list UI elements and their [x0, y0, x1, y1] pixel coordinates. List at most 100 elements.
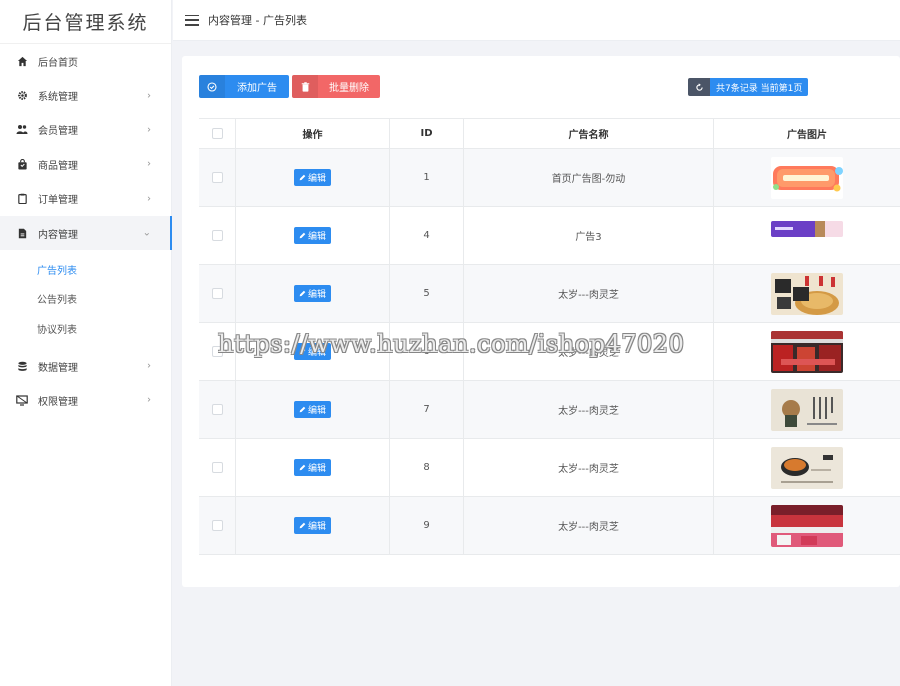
content-submenu: 广告列表 公告列表 协议列表: [0, 250, 171, 349]
table-header-row: 操作 ID 广告名称 广告图片: [199, 119, 900, 149]
edit-label: 编辑: [307, 406, 326, 416]
pencil-icon: [299, 522, 306, 529]
batch-delete-label: 批量删除: [329, 83, 369, 94]
menu-toggle-icon[interactable]: [185, 14, 199, 26]
chevron-right-icon: ›: [147, 394, 151, 406]
row-operation-cell: 编辑: [236, 149, 390, 206]
row-ad-name: 首页广告图-勿动: [464, 149, 714, 206]
sidebar-item-members[interactable]: 会员管理 ›: [0, 113, 171, 147]
sidebar-item-orders[interactable]: 订单管理 ›: [0, 182, 171, 216]
ad-thumbnail: [771, 330, 843, 373]
add-ad-button[interactable]: 添加广告: [199, 75, 289, 98]
row-ad-image: [714, 207, 900, 264]
edit-label: 编辑: [307, 464, 326, 474]
table-body: 编辑 1 首页广告图-勿动 编辑 4 广告3 编辑 5 太岁---肉灵芝 编辑 6 太岁---肉灵芝编…: [199, 149, 900, 555]
edit-label: 编辑: [307, 290, 326, 300]
row-checkbox[interactable]: [211, 230, 223, 241]
pencil-icon: [299, 406, 306, 413]
table-row: 编辑 1 首页广告图-勿动: [199, 149, 900, 207]
sidebar-item-system[interactable]: 系统管理 ›: [0, 78, 171, 112]
edit-label: 编辑: [307, 348, 326, 358]
select-all-checkbox[interactable]: [211, 128, 223, 139]
sidebar-item-data[interactable]: 数据管理 ›: [0, 349, 171, 383]
table-row: 编辑 8 太岁---肉灵芝: [199, 439, 900, 497]
row-select-cell: [199, 497, 236, 554]
chevron-down-icon: ⌄: [142, 227, 151, 239]
sidebar-item-label: 商品管理: [38, 160, 78, 172]
row-checkbox[interactable]: [211, 346, 223, 357]
sidebar-item-label: 系统管理: [38, 92, 78, 104]
row-checkbox[interactable]: [211, 172, 223, 183]
row-ad-name: 太岁---肉灵芝: [464, 323, 714, 380]
header-operation: 操作: [236, 119, 390, 148]
app-logo: 后台管理系统: [0, 0, 171, 44]
row-checkbox[interactable]: [211, 520, 223, 531]
ad-thumbnail: [771, 272, 843, 315]
screen-icon: [16, 394, 28, 406]
row-operation-cell: 编辑: [236, 207, 390, 264]
row-id: 9: [390, 497, 464, 554]
row-select-cell: [199, 323, 236, 380]
chevron-right-icon: ›: [147, 193, 151, 205]
database-icon: [16, 360, 28, 372]
submenu-item-agreement-list[interactable]: 协议列表: [0, 313, 171, 343]
row-id: 8: [390, 439, 464, 496]
edit-button[interactable]: 编辑: [293, 169, 331, 186]
row-ad-image: [714, 149, 900, 206]
edit-button[interactable]: 编辑: [293, 401, 331, 418]
table-row: 编辑 9 太岁---肉灵芝: [199, 497, 900, 555]
row-select-cell: [199, 149, 236, 206]
check-circle-icon: [199, 75, 225, 98]
row-operation-cell: 编辑: [236, 265, 390, 322]
pagination-info: 共7条记录 当前第1页: [688, 78, 809, 96]
row-ad-name: 广告3: [464, 207, 714, 264]
header-ad-image: 广告图片: [787, 130, 827, 141]
refresh-icon[interactable]: [688, 78, 710, 96]
header-select-cell: [199, 119, 236, 148]
chevron-right-icon: ›: [147, 360, 151, 372]
sidebar-menu-lower: 数据管理 › 权限管理 ›: [0, 349, 171, 418]
trash-icon: [292, 75, 318, 98]
ad-thumbnail: [771, 388, 843, 431]
topbar: 内容管理 - 广告列表: [173, 0, 900, 41]
row-ad-image: [714, 497, 900, 554]
row-select-cell: [199, 381, 236, 438]
row-id: 5: [390, 265, 464, 322]
edit-button[interactable]: 编辑: [293, 285, 331, 302]
sidebar-item-home[interactable]: 后台首页: [0, 44, 171, 78]
row-ad-name: 太岁---肉灵芝: [464, 497, 714, 554]
row-operation-cell: 编辑: [236, 497, 390, 554]
bag-icon: [16, 158, 28, 170]
pencil-icon: [299, 464, 306, 471]
table-row: 编辑 4 广告3: [199, 207, 900, 265]
submenu-item-ad-list[interactable]: 广告列表: [0, 254, 171, 284]
header-ad-name: 广告名称: [464, 119, 714, 148]
submenu-item-notice-list[interactable]: 公告列表: [0, 284, 171, 314]
users-icon: [16, 124, 28, 136]
sidebar-item-permissions[interactable]: 权限管理 ›: [0, 383, 171, 417]
row-checkbox[interactable]: [211, 288, 223, 299]
row-checkbox[interactable]: [211, 462, 223, 473]
chevron-right-icon: ›: [147, 124, 151, 136]
edit-button[interactable]: 编辑: [293, 227, 331, 244]
chevron-right-icon: ›: [147, 158, 151, 170]
batch-delete-button[interactable]: 批量删除: [292, 75, 380, 98]
row-ad-image: [714, 439, 900, 496]
content-card: 添加广告 批量删除 共7条记录 当前第1页 操作 ID 广告名称 广告图片 编辑…: [182, 56, 900, 587]
sidebar-item-label: 内容管理: [38, 229, 78, 241]
row-checkbox[interactable]: [211, 404, 223, 415]
sidebar-item-products[interactable]: 商品管理 ›: [0, 147, 171, 181]
clipboard-icon: [16, 193, 28, 205]
edit-label: 编辑: [307, 232, 326, 242]
edit-button[interactable]: 编辑: [293, 517, 331, 534]
ad-thumbnail: [771, 156, 843, 199]
row-ad-name: 太岁---肉灵芝: [464, 265, 714, 322]
edit-button[interactable]: 编辑: [293, 343, 331, 360]
edit-button[interactable]: 编辑: [293, 459, 331, 476]
row-operation-cell: 编辑: [236, 439, 390, 496]
row-select-cell: [199, 207, 236, 264]
edit-label: 编辑: [307, 174, 326, 184]
sidebar-item-content[interactable]: 内容管理 ⌄: [0, 215, 172, 251]
row-id: 1: [390, 149, 464, 206]
row-id: 7: [390, 381, 464, 438]
